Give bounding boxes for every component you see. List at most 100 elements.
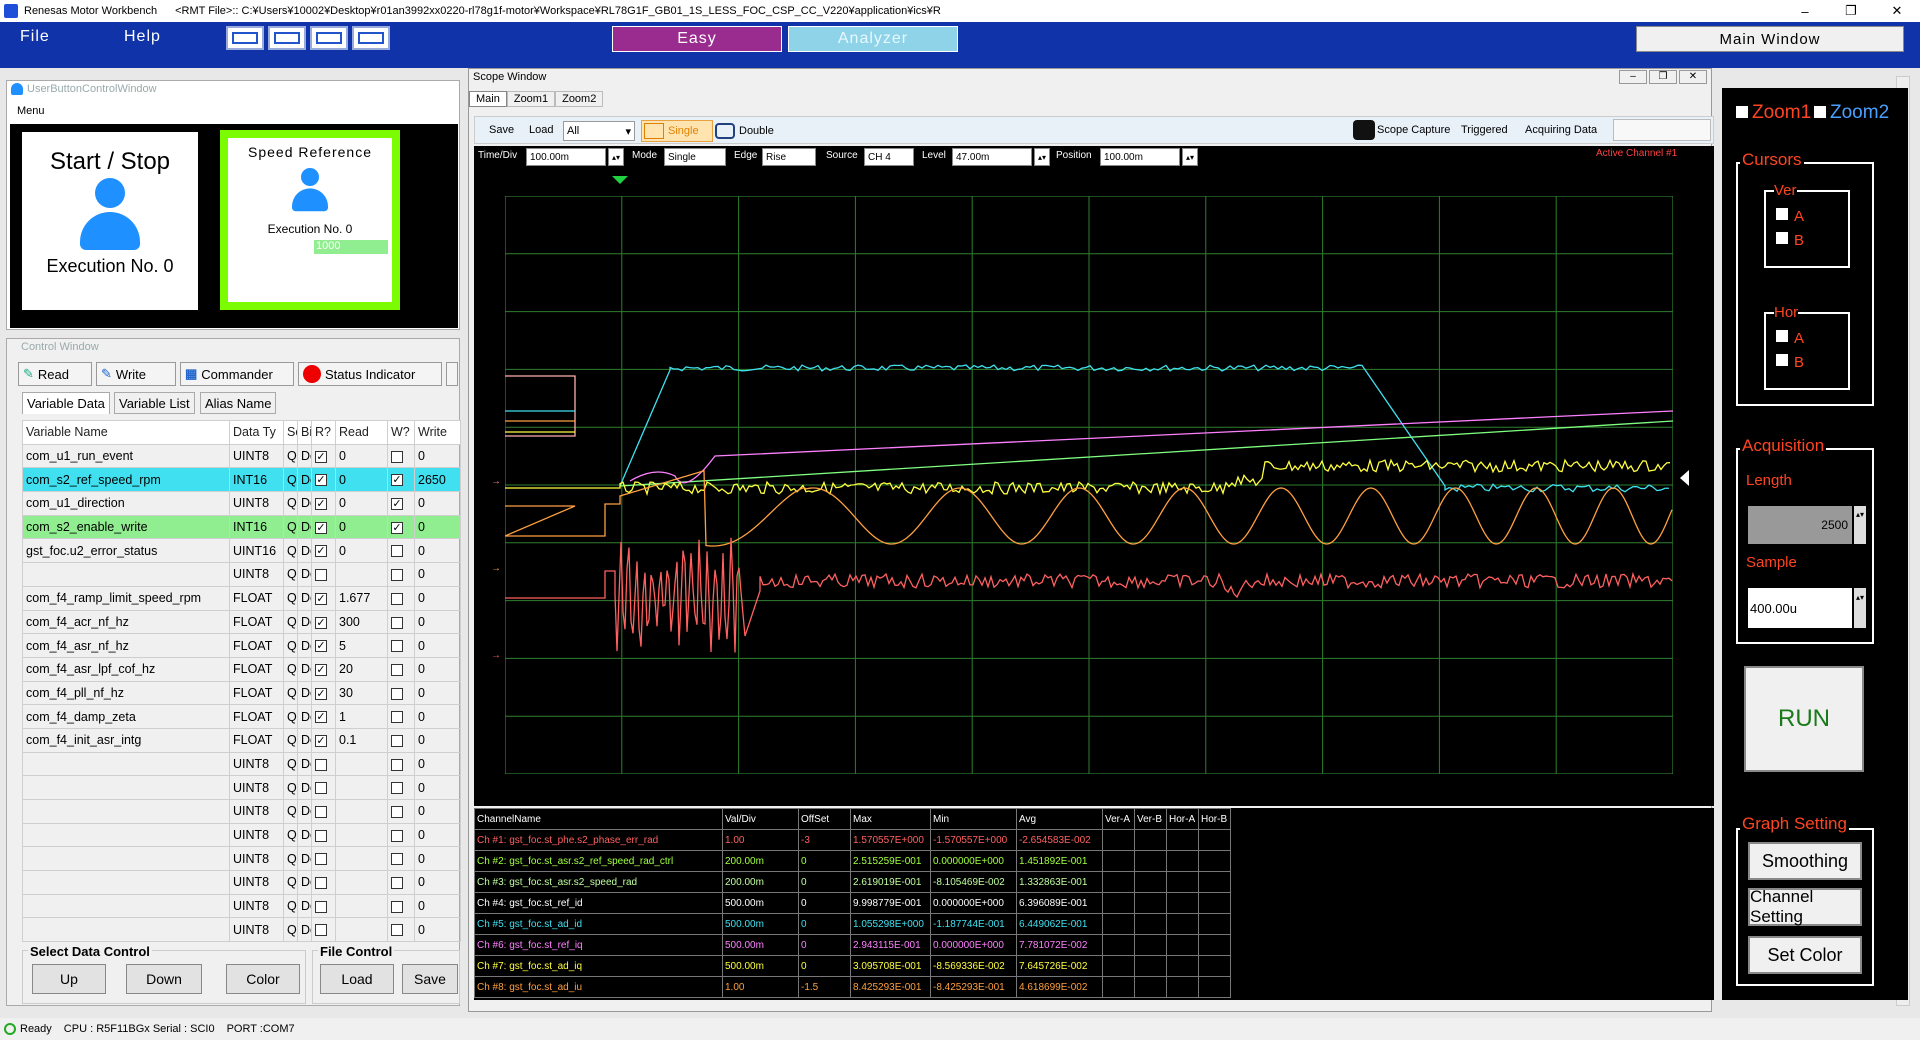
menu-help[interactable]: Help [124, 28, 161, 46]
trigger-level-marker[interactable] [1680, 470, 1689, 486]
checked-checkbox[interactable]: ✓ [315, 450, 327, 463]
scale-cell[interactable]: Q( [283, 775, 298, 800]
checked-checkbox[interactable]: ✓ [391, 474, 403, 487]
variable-row[interactable]: gst_foc.u2_error_statusUINT16Q(De✓ 00 [22, 538, 461, 564]
start-stop-button[interactable]: Start / Stop Execution No. 0 [22, 132, 198, 310]
menu-file[interactable]: File [20, 28, 50, 46]
write-value-cell[interactable]: 0 [414, 656, 461, 682]
read-enable-cell[interactable] [311, 799, 336, 824]
write-enable-cell[interactable] [387, 917, 415, 943]
read-enable-cell[interactable] [311, 822, 336, 848]
column-header[interactable]: Read [335, 420, 388, 445]
write-enable-cell[interactable] [387, 656, 415, 682]
write-value-cell[interactable]: 0 [414, 491, 461, 516]
read-value-cell[interactable] [335, 751, 388, 777]
column-header[interactable]: R? [311, 420, 336, 445]
write-value-cell[interactable]: 0 [414, 680, 461, 706]
column-header[interactable]: Sc [283, 420, 298, 445]
read-enable-cell[interactable] [311, 562, 336, 587]
read-value-cell[interactable]: 1 [335, 704, 388, 729]
time-div-input[interactable]: 100.00m [526, 148, 606, 166]
variable-name-cell[interactable]: com_f4_asr_lpf_cof_hz [22, 656, 230, 682]
unchecked-checkbox[interactable] [315, 806, 327, 819]
write-enable-cell[interactable]: ✓ [387, 514, 415, 540]
read-button[interactable]: ✎ Read [18, 362, 92, 386]
write-enable-cell[interactable] [387, 775, 415, 800]
variable-name-cell[interactable]: com_f4_pll_nf_hz [22, 680, 230, 706]
unchecked-checkbox[interactable] [391, 711, 403, 724]
scale-cell[interactable]: Q( [283, 727, 298, 753]
unchecked-checkbox[interactable] [391, 853, 403, 866]
data-type-cell[interactable]: FLOAT [229, 680, 284, 706]
variable-row[interactable]: UINT8Q(De 0 [22, 775, 461, 800]
channel-row[interactable]: Ch #1: gst_foc.st_phe.s2_phase_err_rad 1.… [474, 829, 1711, 851]
variable-name-cell[interactable]: com_f4_acr_nf_hz [22, 609, 230, 635]
write-enable-cell[interactable] [387, 538, 415, 564]
data-type-cell[interactable]: FLOAT [229, 609, 284, 635]
read-enable-cell[interactable] [311, 893, 336, 919]
write-value-cell[interactable]: 0 [414, 822, 461, 848]
write-enable-cell[interactable] [387, 893, 415, 919]
write-enable-cell[interactable] [387, 609, 415, 635]
checked-checkbox[interactable]: ✓ [315, 474, 327, 487]
write-enable-cell[interactable]: ✓ [387, 467, 415, 493]
layout-4-icon[interactable] [352, 26, 390, 50]
write-button[interactable]: ✎ Write [96, 362, 176, 386]
variable-row[interactable]: com_f4_init_asr_intgFLOATQ(De✓ 0.1 0 [22, 727, 461, 753]
checked-checkbox[interactable]: ✓ [315, 592, 327, 605]
read-value-cell[interactable]: 0.1 [335, 727, 388, 753]
write-value-cell[interactable]: 0 [414, 633, 461, 658]
scope-capture-button[interactable]: Scope Capture [1377, 124, 1450, 136]
variable-row[interactable]: UINT8Q(De 0 [22, 751, 461, 777]
camera-icon[interactable] [1353, 120, 1375, 140]
read-value-cell[interactable]: 20 [335, 656, 388, 682]
column-header[interactable]: W? [387, 420, 415, 445]
checked-checkbox[interactable]: ✓ [315, 521, 327, 534]
base-cell[interactable]: De [297, 917, 312, 943]
scope-tab-zoom1[interactable]: Zoom1 [506, 91, 556, 107]
data-type-cell[interactable]: UINT8 [229, 846, 284, 872]
scope-load-select[interactable]: All ▾ [563, 121, 635, 141]
variable-name-cell[interactable]: com_f4_init_asr_intg [22, 727, 230, 753]
up-button[interactable]: Up [32, 964, 106, 994]
channel-row[interactable]: Ch #3: gst_foc.st_asr.s2_speed_rad 200.00… [474, 871, 1711, 893]
write-enable-cell[interactable] [387, 562, 415, 587]
scope-save-button[interactable]: Save [489, 124, 514, 136]
unchecked-checkbox[interactable] [391, 829, 403, 842]
write-enable-cell[interactable] [387, 727, 415, 753]
checked-checkbox[interactable]: ✓ [315, 545, 327, 558]
unchecked-checkbox[interactable] [391, 734, 403, 747]
scale-cell[interactable]: Q( [283, 443, 298, 469]
zoom1-checkbox[interactable] [1736, 106, 1748, 118]
read-value-cell[interactable]: 300 [335, 609, 388, 635]
commander-button[interactable]: ▦ Commander [180, 362, 294, 386]
base-cell[interactable]: De [297, 467, 312, 493]
read-enable-cell[interactable] [311, 751, 336, 777]
set-color-button[interactable]: Set Color [1748, 936, 1862, 974]
scale-cell[interactable]: Q( [283, 822, 298, 848]
checked-checkbox[interactable]: ✓ [315, 663, 327, 676]
scale-cell[interactable]: Q( [283, 751, 298, 777]
read-enable-cell[interactable] [311, 917, 336, 943]
read-enable-cell[interactable]: ✓ [311, 514, 336, 540]
read-value-cell[interactable] [335, 917, 388, 943]
scale-cell[interactable]: Q( [283, 704, 298, 729]
unchecked-checkbox[interactable] [391, 782, 403, 795]
checked-checkbox[interactable]: ✓ [391, 521, 403, 534]
checked-checkbox[interactable]: ✓ [315, 616, 327, 629]
read-enable-cell[interactable]: ✓ [311, 727, 336, 753]
checked-checkbox[interactable]: ✓ [315, 687, 327, 700]
variable-name-cell[interactable] [22, 775, 230, 800]
channel-row[interactable]: Ch #8: gst_foc.st_ad_iu 1.00 -1.5 8.425293E… [474, 976, 1711, 998]
write-enable-cell[interactable] [387, 822, 415, 848]
time-div-spinner[interactable]: ▴▾ [608, 148, 624, 166]
variable-name-cell[interactable] [22, 917, 230, 943]
write-value-cell[interactable]: 0 [414, 751, 461, 777]
data-type-cell[interactable]: FLOAT [229, 585, 284, 611]
scale-cell[interactable]: Q( [283, 633, 298, 658]
read-value-cell[interactable]: 0 [335, 538, 388, 564]
scale-cell[interactable]: Q( [283, 585, 298, 611]
variable-name-cell[interactable] [22, 870, 230, 895]
base-cell[interactable]: De [297, 491, 312, 516]
read-enable-cell[interactable]: ✓ [311, 491, 336, 516]
